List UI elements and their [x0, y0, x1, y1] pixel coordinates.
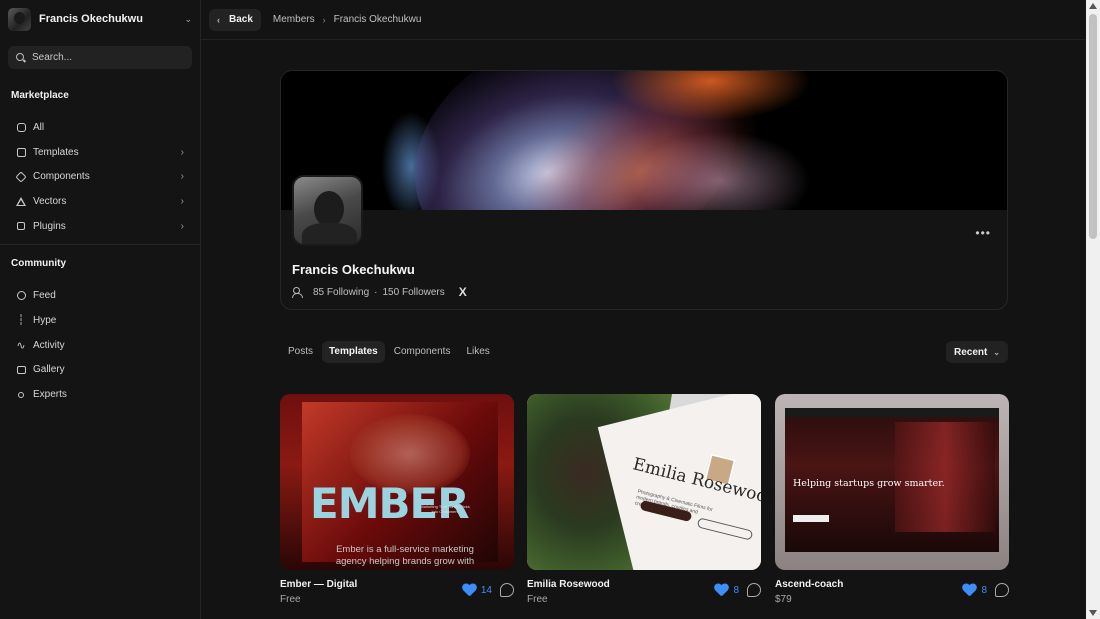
sidebar-item-label: Templates — [33, 146, 79, 158]
components-icon — [15, 171, 27, 183]
scroll-up-icon[interactable] — [1089, 3, 1097, 9]
breadcrumb-members[interactable]: Members — [273, 14, 315, 25]
template-card[interactable]: EMBER Marketing That Turns Clicks Into C… — [280, 394, 514, 605]
scrollbar[interactable] — [1086, 0, 1100, 619]
thumbnail-headline: Helping startups grow smarter. — [793, 478, 945, 489]
activity-icon: ∿ — [16, 339, 26, 352]
people-icon — [292, 287, 305, 298]
sidebar-item-label: Activity — [33, 339, 65, 351]
back-label: Back — [229, 14, 253, 25]
tab-templates[interactable]: Templates — [322, 341, 385, 363]
sidebar-item-label: Components — [33, 171, 90, 183]
tab-components[interactable]: Components — [387, 341, 458, 363]
sidebar-item-components[interactable]: Components › — [0, 164, 200, 189]
avatar — [8, 7, 31, 31]
card-actions: 8 — [962, 583, 1009, 597]
template-card[interactable]: Emilia Rosewood Photography & Cinematic … — [527, 394, 761, 605]
following-count[interactable]: 85 Following — [313, 287, 369, 298]
like-count: 8 — [733, 584, 739, 596]
card-actions: 14 — [462, 583, 514, 597]
template-thumbnail[interactable]: EMBER Marketing That Turns Clicks Into C… — [280, 394, 514, 570]
topbar: ‹ Back Members › Francis Okechukwu — [201, 0, 1086, 40]
tab-likes[interactable]: Likes — [459, 341, 496, 363]
chevron-right-icon: › — [180, 220, 184, 232]
template-thumbnail[interactable]: Emilia Rosewood Photography & Cinematic … — [527, 394, 761, 570]
card-actions: 8 — [714, 583, 761, 597]
heart-icon[interactable] — [462, 584, 476, 597]
sidebar-item-hype[interactable]: ┆ Hype — [0, 308, 200, 333]
sidebar: Francis Okechukwu ⌄ Marketplace All Temp… — [0, 0, 201, 619]
sidebar-item-feed[interactable]: Feed — [0, 283, 200, 308]
sidebar-item-experts[interactable]: Experts — [0, 382, 200, 407]
sort-label: Recent — [954, 346, 988, 358]
back-button[interactable]: ‹ Back — [209, 8, 261, 31]
plugins-icon — [16, 221, 26, 231]
sidebar-item-label: Hype — [33, 314, 57, 326]
all-icon — [16, 122, 26, 132]
heart-icon[interactable] — [962, 584, 976, 597]
sort-dropdown[interactable]: Recent ⌄ — [946, 341, 1008, 363]
like-count: 8 — [981, 584, 987, 596]
account-switcher[interactable]: Francis Okechukwu ⌄ — [0, 0, 200, 38]
sidebar-item-activity[interactable]: ∿ Activity — [0, 333, 200, 358]
scroll-down-icon[interactable] — [1089, 610, 1097, 616]
chevron-down-icon: ⌄ — [184, 13, 192, 24]
sidebar-item-templates[interactable]: Templates › — [0, 140, 200, 165]
comment-icon[interactable] — [747, 583, 761, 597]
sidebar-item-label: Feed — [33, 290, 56, 302]
comment-icon[interactable] — [995, 583, 1009, 597]
sidebar-item-label: Plugins — [33, 220, 66, 232]
followers-count[interactable]: 150 Followers — [383, 287, 445, 298]
search-input[interactable] — [32, 52, 182, 63]
template-thumbnail[interactable]: Helping startups grow smarter. — [775, 394, 1009, 570]
chevron-right-icon: › — [180, 146, 184, 158]
sidebar-item-label: All — [33, 121, 45, 133]
experts-icon — [16, 390, 26, 400]
tab-posts[interactable]: Posts — [281, 341, 320, 363]
sidebar-item-vectors[interactable]: Vectors › — [0, 189, 200, 214]
search-icon — [16, 52, 26, 63]
sidebar-item-all[interactable]: All — [0, 115, 200, 140]
gallery-icon — [16, 365, 26, 375]
profile-banner — [281, 71, 1007, 210]
heart-icon[interactable] — [714, 584, 728, 597]
breadcrumb-current: Francis Okechukwu — [333, 14, 422, 25]
x-social-icon[interactable]: X — [459, 285, 467, 299]
marketplace-title: Marketplace — [11, 90, 69, 101]
divider — [0, 244, 200, 246]
like-count: 14 — [480, 584, 492, 596]
sidebar-item-gallery[interactable]: Gallery — [0, 358, 200, 383]
chevron-down-icon: ⌄ — [993, 347, 1000, 357]
templates-icon — [16, 147, 26, 157]
sidebar-item-label: Gallery — [33, 364, 65, 376]
chevron-right-icon: › — [180, 195, 184, 207]
profile-avatar — [292, 175, 363, 246]
search-box[interactable] — [8, 46, 192, 69]
separator-dot: · — [374, 286, 378, 298]
account-name: Francis Okechukwu — [39, 13, 143, 25]
profile-tabs: Posts Templates Components Likes — [281, 341, 499, 363]
comment-icon[interactable] — [500, 583, 514, 597]
profile-stats: 85 Following · 150 Followers X — [292, 285, 467, 299]
vectors-icon — [16, 196, 26, 206]
scrollbar-thumb[interactable] — [1089, 14, 1097, 239]
chevron-left-icon: ‹ — [217, 14, 220, 25]
sidebar-item-plugins[interactable]: Plugins › — [0, 214, 200, 239]
template-card[interactable]: Helping startups grow smarter. Ascend-co… — [775, 394, 1009, 605]
sidebar-item-label: Vectors — [33, 195, 67, 207]
feed-icon — [16, 291, 26, 301]
thumbnail-subtext: Ember is a full-service marketing agency… — [335, 544, 475, 567]
profile-name: Francis Okechukwu — [292, 262, 415, 277]
profile-card: ••• Francis Okechukwu 85 Following · 150… — [280, 70, 1008, 310]
thumbnail-tagline: Marketing That Turns Clicks Into Custome… — [420, 504, 470, 514]
chevron-right-icon: › — [322, 14, 326, 25]
sidebar-item-label: Experts — [33, 389, 67, 401]
hype-icon: ┆ — [17, 314, 25, 326]
more-options-icon[interactable]: ••• — [975, 226, 991, 240]
chevron-right-icon: › — [180, 171, 184, 183]
community-title: Community — [11, 258, 66, 270]
